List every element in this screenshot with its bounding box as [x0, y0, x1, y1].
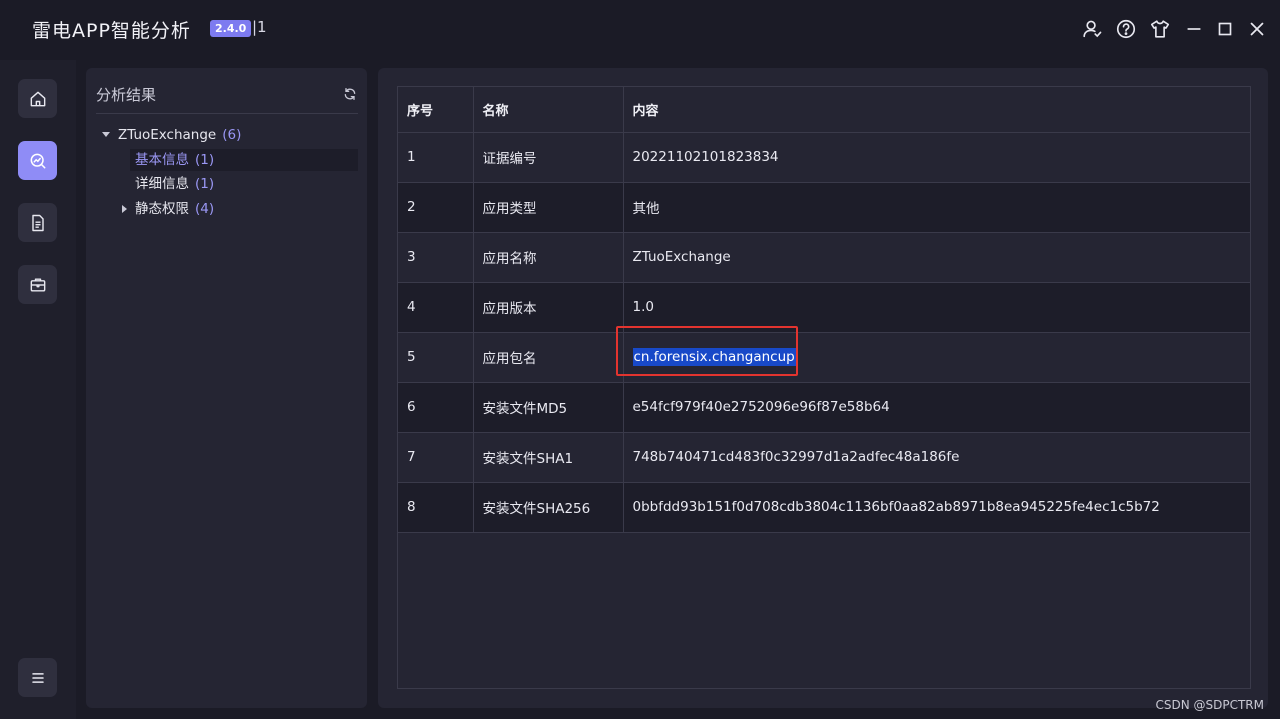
user-icon[interactable]: [1079, 16, 1105, 42]
cell-index: 8: [398, 482, 474, 533]
cell-name: 应用类型: [473, 182, 624, 233]
cell-index: 4: [398, 282, 474, 333]
table-row[interactable]: 1 证据编号 20221102101823834: [398, 132, 1250, 183]
app-window: 雷电APP智能分析 2.4.0 |1 分析结果 ZTuoExchange (6)…: [0, 0, 1280, 719]
help-icon[interactable]: [1113, 16, 1139, 42]
tree-node-count: (4): [195, 201, 215, 217]
cell-name: 应用包名: [473, 332, 624, 383]
info-table-container: 序号 名称 内容 1 证据编号 20221102101823834 2 应用类型…: [397, 86, 1251, 689]
tree-node-detail-info[interactable]: 详细信息 (1): [130, 173, 358, 195]
highlighted-package-name[interactable]: cn.forensix.changancup: [615, 326, 798, 376]
refresh-icon[interactable]: [342, 86, 358, 102]
cell-index: 5: [398, 332, 474, 383]
cell-content[interactable]: 748b740471cd483f0c32997d1a2adfec48a186fe: [623, 432, 1250, 483]
cell-name: 证据编号: [473, 132, 624, 183]
table-row[interactable]: 6 安装文件MD5 e54fcf979f40e2752096e96f87e58b…: [398, 382, 1250, 433]
briefcase-icon: [30, 277, 45, 292]
cell-content[interactable]: e54fcf979f40e2752096e96f87e58b64: [623, 382, 1250, 433]
tree-node-label: 基本信息: [135, 152, 189, 168]
maximize-icon[interactable]: [1212, 16, 1238, 42]
shirt-icon[interactable]: [1147, 16, 1173, 42]
tree-node-static-permissions[interactable]: 静态权限 (4): [120, 198, 358, 220]
rail-analysis-button[interactable]: [18, 141, 57, 180]
title-bar: 雷电APP智能分析 2.4.0 |1: [0, 0, 1280, 60]
table-row[interactable]: 5 应用包名 cn.forensix.changancup: [398, 326, 1250, 383]
app-title: 雷电APP智能分析: [32, 20, 191, 42]
table-row[interactable]: 8 安装文件SHA256 0bbfdd93b151f0d708cdb3804c1…: [398, 482, 1250, 533]
tree-node-count: (1): [195, 152, 215, 168]
cell-content[interactable]: 其他: [623, 182, 1250, 233]
table-header-row: 序号 名称 内容: [398, 87, 1250, 133]
cell-name: 应用名称: [473, 232, 624, 283]
watermark: CSDN @SDPCTRM: [1155, 698, 1264, 712]
tree-node-label: ZTuoExchange: [118, 127, 217, 143]
document-icon: [31, 214, 44, 231]
title-suffix: |1: [252, 18, 267, 36]
rail-briefcase-button[interactable]: [18, 265, 57, 304]
rail-home-button[interactable]: [18, 79, 57, 118]
tree-node-count: (1): [195, 176, 215, 192]
header-name[interactable]: 名称: [473, 87, 624, 133]
analysis-tree-panel: 分析结果 ZTuoExchange (6) 基本信息 (1) 详细信息 (1) 静态权…: [86, 68, 367, 708]
caret-down-icon[interactable]: [102, 132, 110, 137]
nav-rail: [0, 60, 76, 719]
tree-node-count: (6): [222, 127, 242, 143]
table-row[interactable]: 3 应用名称 ZTuoExchange: [398, 232, 1250, 283]
selected-text[interactable]: cn.forensix.changancup: [632, 348, 796, 366]
minimize-icon[interactable]: [1181, 16, 1207, 42]
detail-panel: 序号 名称 内容 1 证据编号 20221102101823834 2 应用类型…: [378, 68, 1268, 708]
cell-name: 安装文件SHA1: [473, 432, 624, 483]
caret-right-icon[interactable]: [122, 205, 127, 213]
tree-node-root[interactable]: ZTuoExchange (6): [102, 124, 358, 146]
cell-index: 1: [398, 132, 474, 183]
cell-name: 安装文件MD5: [473, 382, 624, 433]
menu-icon: [31, 672, 44, 683]
cell-content[interactable]: 1.0: [623, 282, 1250, 333]
cell-content[interactable]: cn.forensix.changancup: [615, 326, 1250, 383]
tree-title: 分析结果: [96, 86, 157, 104]
tree-node-basic-info[interactable]: 基本信息 (1): [130, 149, 358, 171]
tree-header: 分析结果: [96, 82, 358, 114]
cell-content[interactable]: 0bbfdd93b151f0d708cdb3804c1136bf0aa82ab8…: [623, 482, 1250, 533]
cell-index: 7: [398, 432, 474, 483]
header-index[interactable]: 序号: [398, 87, 474, 133]
table-row[interactable]: 4 应用版本 1.0: [398, 282, 1250, 333]
cell-name: 安装文件SHA256: [473, 482, 624, 533]
rail-document-button[interactable]: [18, 203, 57, 242]
cell-content[interactable]: 20221102101823834: [623, 132, 1250, 183]
cell-index: 2: [398, 182, 474, 233]
tree-node-label: 静态权限: [135, 201, 189, 217]
cell-content[interactable]: ZTuoExchange: [623, 232, 1250, 283]
version-badge: 2.4.0: [210, 20, 252, 37]
table-row[interactable]: 7 安装文件SHA1 748b740471cd483f0c32997d1a2ad…: [398, 432, 1250, 483]
info-table: 序号 名称 内容 1 证据编号 20221102101823834 2 应用类型…: [398, 87, 1250, 533]
header-content[interactable]: 内容: [623, 87, 1250, 133]
cell-index: 6: [398, 382, 474, 433]
tree-node-label: 详细信息: [135, 176, 189, 192]
home-icon: [30, 91, 45, 106]
cell-name: 应用版本: [473, 282, 624, 333]
close-icon[interactable]: [1244, 16, 1270, 42]
cell-index: 3: [398, 232, 474, 283]
table-row[interactable]: 2 应用类型 其他: [398, 182, 1250, 233]
rail-menu-button[interactable]: [18, 658, 57, 697]
analysis-icon: [30, 153, 45, 168]
